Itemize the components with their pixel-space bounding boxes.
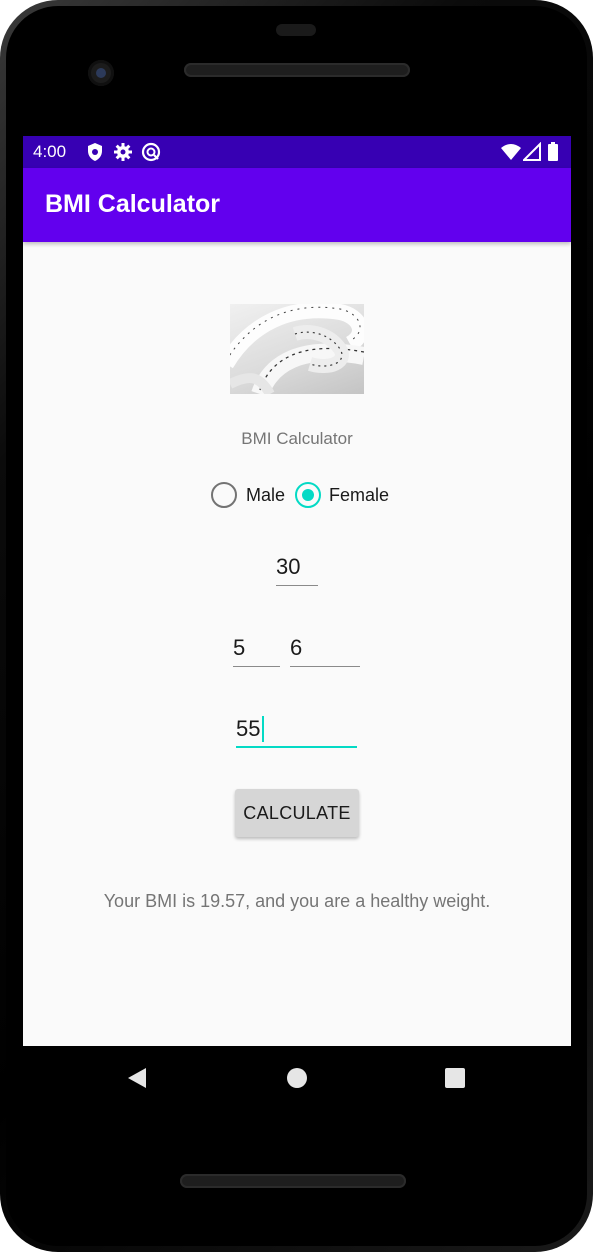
text-cursor bbox=[262, 716, 264, 742]
recents-icon[interactable] bbox=[445, 1068, 465, 1088]
subtitle-label: BMI Calculator bbox=[241, 429, 353, 448]
age-field[interactable]: 30 bbox=[276, 552, 318, 586]
sync-icon bbox=[141, 142, 161, 162]
height-feet-field[interactable]: 5 bbox=[233, 633, 280, 667]
weight-field[interactable]: 55 bbox=[236, 714, 357, 748]
home-icon[interactable] bbox=[286, 1067, 308, 1089]
earpiece-notch bbox=[276, 24, 316, 36]
top-speaker-grille bbox=[184, 63, 410, 77]
status-bar: 4:00 bbox=[23, 136, 571, 168]
height-inches-field[interactable]: 6 bbox=[290, 633, 360, 667]
front-camera bbox=[88, 60, 114, 86]
app-bar: BMI Calculator bbox=[23, 168, 571, 242]
calculate-button[interactable]: CALCULATE bbox=[235, 789, 359, 837]
status-time: 4:00 bbox=[33, 142, 67, 161]
screen: 4:00 BMI Calculator BMI Calculator Male … bbox=[23, 136, 571, 1046]
measuring-tape-image bbox=[230, 304, 364, 394]
age-value: 30 bbox=[276, 554, 301, 579]
wifi-icon bbox=[501, 144, 521, 160]
radio-female-label[interactable]: Female bbox=[329, 485, 389, 506]
bottom-speaker-grille bbox=[180, 1174, 406, 1188]
back-icon[interactable] bbox=[126, 1066, 148, 1090]
shield-icon bbox=[88, 143, 102, 161]
gear-icon bbox=[114, 143, 132, 161]
radio-female[interactable] bbox=[295, 482, 321, 508]
radio-male[interactable] bbox=[211, 482, 237, 508]
radio-male-label[interactable]: Male bbox=[246, 485, 285, 506]
height-feet-value: 5 bbox=[233, 635, 246, 660]
app-title: BMI Calculator bbox=[45, 190, 221, 218]
signal-icon bbox=[523, 142, 541, 161]
phone-frame: 4:00 BMI Calculator BMI Calculator Male … bbox=[0, 0, 593, 1252]
battery-icon bbox=[548, 142, 558, 161]
result-text: Your BMI is 19.57, and you are a healthy… bbox=[103, 891, 491, 911]
weight-value: 55 bbox=[236, 716, 261, 741]
height-inches-value: 6 bbox=[290, 635, 303, 660]
